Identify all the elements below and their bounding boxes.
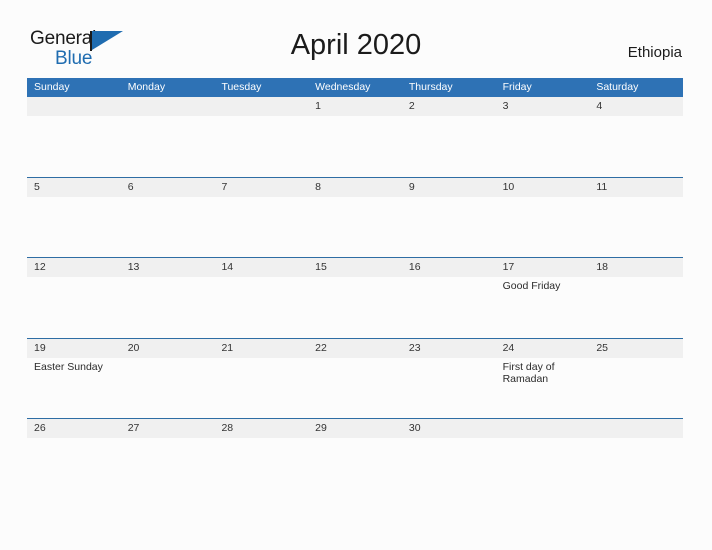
calendar-week-row: 12 13 14 15 16 17 Good Friday 18 [27,258,683,339]
weekday-header-row: Sunday Monday Tuesday Wednesday Thursday Frid… [27,78,683,97]
day-number: 16 [408,261,421,273]
day-number: 15 [315,261,327,273]
weekday-header-wednesday: Wednesday [315,81,371,93]
day-cell-9[interactable]: 9 [402,178,496,258]
day-cell-5[interactable]: 5 [27,178,121,258]
day-cell-30[interactable]: 30 [402,419,496,499]
day-cell-empty [589,419,683,499]
day-cell-11[interactable]: 11 [589,178,683,258]
page-title: April 2020 [290,29,422,61]
day-number: 1 [315,100,321,112]
day-number: 27 [127,422,140,434]
day-cell-29[interactable]: 29 [308,419,402,499]
day-number: 9 [408,180,415,193]
weekday-header-sunday: Sunday [34,81,70,93]
calendar-page: General Blue April 2020 Ethiopia Sunday M… [0,0,712,550]
weekday-header-tuesday: Tuesday [221,81,262,93]
day-cell-10[interactable]: 10 [496,178,590,258]
day-cell-empty [496,419,590,499]
day-number: 11 [596,180,608,193]
day-number: 4 [596,100,603,112]
day-number: 21 [221,341,234,354]
day-number: 24 [502,341,515,354]
day-cell-13[interactable]: 13 [121,258,215,338]
day-cell-8[interactable]: 8 [308,178,402,258]
day-number: 2 [408,100,415,112]
day-cell-6[interactable]: 6 [121,178,215,258]
day-number: 7 [221,180,228,193]
weekday-header-monday: Monday [127,81,166,93]
day-cell-1[interactable]: 1 [308,97,402,177]
country-label: Ethiopia [627,44,682,61]
day-cell-16[interactable]: 16 [402,258,496,338]
day-number: 23 [408,341,421,354]
day-number: 10 [502,180,515,193]
day-cell-empty [27,97,121,177]
day-number: 20 [127,341,140,354]
calendar-week-row: 19 Easter Sunday 20 21 22 23 24 First day of Ra… [27,338,683,419]
day-cell-24[interactable]: 24 First day of Ramadan [496,339,590,419]
day-number: 30 [408,422,421,434]
day-number: 28 [221,422,234,434]
day-number: 19 [34,341,46,354]
day-number: 6 [127,180,134,193]
day-cell-20[interactable]: 20 [121,339,215,419]
day-number: 5 [34,180,40,193]
weekday-header-friday: Friday [502,81,532,93]
day-cell-23[interactable]: 23 [402,339,496,419]
day-number: 17 [502,261,515,273]
day-cell-14[interactable]: 14 [214,258,308,338]
day-cell-18[interactable]: 18 [589,258,683,338]
day-cell-12[interactable]: 12 [27,258,121,338]
weekday-header-saturday: Saturday [596,81,639,93]
week-cells: 19 Easter Sunday 20 21 22 23 24 First day of Ra… [27,339,683,419]
calendar-week-row: 5 6 7 8 9 10 11 [27,177,683,258]
week-cells: 5 6 7 8 9 10 11 [27,178,683,258]
day-number: 18 [596,261,608,273]
day-number: 22 [315,341,327,354]
day-cell-4[interactable]: 4 [589,97,683,177]
day-number: 25 [596,341,608,354]
day-number: 3 [502,100,509,112]
day-number: 8 [315,180,321,193]
day-cell-26[interactable]: 26 [27,419,121,499]
day-cell-3[interactable]: 3 [496,97,590,177]
day-cell-19[interactable]: 19 Easter Sunday [27,339,121,419]
weekday-header-thursday: Thursday [408,81,453,93]
calendar-week-row: 26 27 28 29 30 [27,419,683,500]
calendar-grid: Sunday Monday Tuesday Wednesday Thursday Frid… [27,78,683,500]
day-cell-17[interactable]: 17 Good Friday [496,258,590,338]
week-cells: 12 13 14 15 16 17 Good Friday 18 [27,258,683,338]
week-cells: 1 2 3 4 [27,97,683,177]
week-cells: 26 27 28 29 30 [27,419,683,499]
day-number: 13 [127,261,140,273]
day-number: 29 [315,422,327,434]
day-cell-25[interactable]: 25 [589,339,683,419]
day-cell-28[interactable]: 28 [214,419,308,499]
calendar-week-row: 1 2 3 4 [27,97,683,178]
page-header: General Blue April 2020 Ethiopia [0,0,712,78]
day-cell-2[interactable]: 2 [402,97,496,177]
day-cell-empty [214,97,308,177]
day-event-label: Easter Sunday [34,360,103,373]
day-cell-7[interactable]: 7 [214,178,308,258]
calendar-weeks: 1 2 3 4 5 6 7 8 9 10 11 12 13 14 15 16 17 Good Friday 18 19… [27,97,683,500]
day-cell-21[interactable]: 21 [214,339,308,419]
day-cell-15[interactable]: 15 [308,258,402,338]
day-number: 14 [221,261,234,273]
day-event-label: Good Friday [502,280,561,292]
day-cell-22[interactable]: 22 [308,339,402,419]
day-cell-empty [121,97,215,177]
day-cell-27[interactable]: 27 [121,419,215,499]
day-event-label: First day of Ramadan [502,360,555,386]
day-number: 26 [34,422,46,434]
day-number: 12 [34,261,46,273]
